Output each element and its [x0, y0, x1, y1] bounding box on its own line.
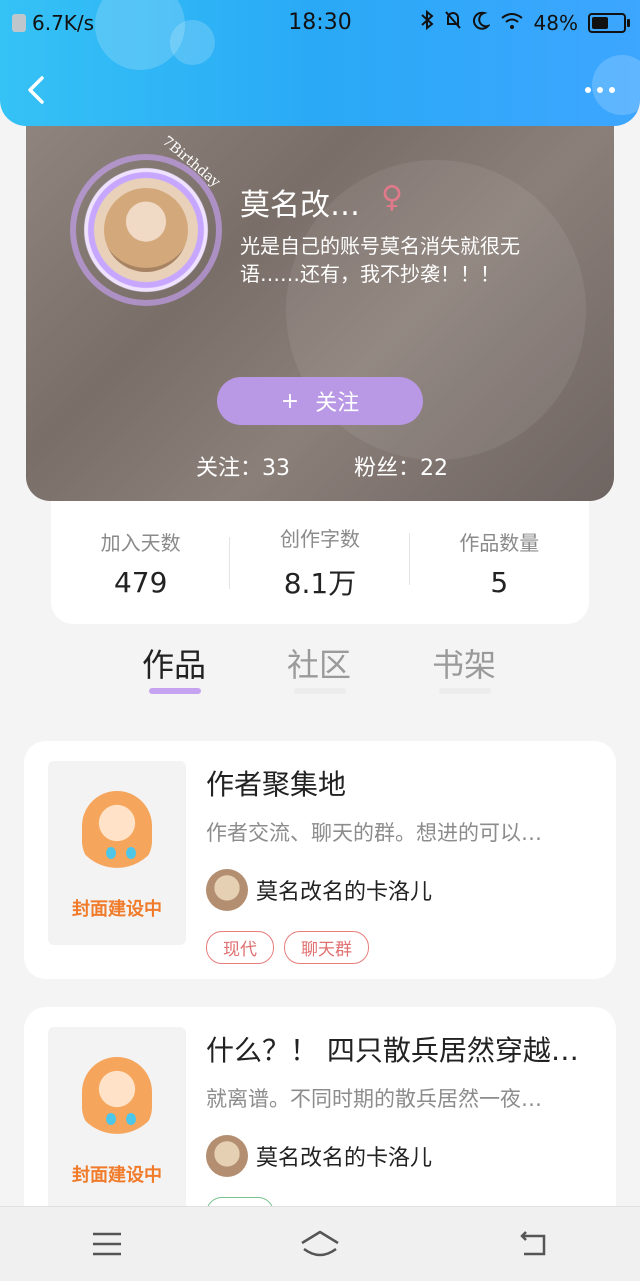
avatar-image — [104, 188, 188, 272]
author-name: 莫名改名的卡洛儿 — [256, 1146, 433, 1171]
menu-icon — [92, 1232, 121, 1256]
follow-label: 关注 — [315, 391, 360, 416]
followers-count[interactable]: 粉丝：22 — [354, 450, 448, 482]
tab-bookshelf[interactable]: 书架 — [432, 640, 496, 686]
bluetooth-icon — [420, 9, 434, 35]
stat-word-count: 创作字数 8.1万 — [230, 523, 410, 602]
work-description: 就离谱。不同时期的散兵居然一夜… — [206, 1087, 542, 1111]
avatar[interactable] — [76, 160, 216, 300]
cover-placeholder-text: 封面建设中 — [72, 899, 162, 920]
tag-chip[interactable]: 聊天群 — [284, 931, 369, 964]
profile-card: 7Birthday 莫名改… ♀ 光是自己的账号莫名消失就很无语……还有，我不抄… — [26, 120, 614, 501]
work-title: 作者聚集地 — [206, 768, 347, 801]
stat-value: 479 — [113, 565, 168, 599]
work-author: 莫名改名的卡洛儿 — [206, 1135, 432, 1177]
work-author: 莫名改名的卡洛儿 — [206, 869, 432, 911]
top-header: 6.7K/s 18:30 48% — [0, 0, 640, 126]
home-icon — [301, 1230, 339, 1257]
battery-percent: 48% — [533, 10, 578, 35]
author-avatar — [206, 869, 248, 911]
back-arrow-icon — [28, 76, 44, 104]
return-icon — [520, 1231, 546, 1256]
profile-name: 莫名改… — [240, 188, 360, 223]
stat-work-count: 作品数量 5 — [410, 527, 589, 599]
author-avatar — [206, 1135, 248, 1177]
mascot-eye — [126, 1113, 136, 1125]
mascot-eye — [106, 1113, 116, 1125]
stat-label: 加入天数 — [100, 530, 181, 555]
mute-icon — [444, 10, 462, 35]
stat-value: 5 — [490, 565, 509, 599]
mascot-eye — [106, 847, 116, 859]
profile-tabs: 作品 社区 书架 — [0, 640, 640, 700]
chibi-mascot-icon — [82, 791, 152, 871]
status-right: 48% — [420, 9, 630, 35]
work-cover: 封面建设中 — [48, 1027, 186, 1211]
stat-label: 创作字数 — [279, 527, 360, 551]
moon-icon — [472, 10, 491, 35]
tab-community[interactable]: 社区 — [287, 640, 351, 686]
chibi-mascot-icon — [82, 1057, 152, 1137]
author-stats-card: 加入天数 479 创作字数 8.1万 作品数量 5 — [51, 501, 589, 624]
follow-stats: 关注：33 粉丝：22 — [196, 450, 448, 482]
stat-label: 作品数量 — [459, 530, 540, 555]
tab-bookshelf-indicator — [439, 688, 491, 694]
work-cover: 封面建设中 — [48, 761, 186, 945]
tab-community-indicator — [294, 688, 346, 694]
follow-button[interactable]: + 关注 — [217, 377, 423, 425]
home-button[interactable] — [290, 1224, 350, 1264]
tag-chip[interactable]: 现代 — [206, 931, 274, 964]
system-navigation-bar — [0, 1206, 640, 1281]
dot-icon — [585, 87, 591, 93]
work-title: 什么？！ 四只散兵居然穿越… — [206, 1034, 579, 1067]
author-name: 莫名改名的卡洛儿 — [256, 880, 433, 905]
dot-icon — [597, 87, 603, 93]
back-button[interactable] — [18, 70, 58, 110]
status-bar: 6.7K/s 18:30 48% — [0, 8, 640, 38]
cover-placeholder-text: 封面建设中 — [72, 1165, 162, 1186]
dot-icon — [609, 87, 615, 93]
tab-works[interactable]: 作品 — [142, 640, 206, 686]
work-tags: 现代 聊天群 — [206, 931, 369, 964]
back-nav-button[interactable] — [503, 1224, 563, 1264]
plus-icon: + — [280, 388, 300, 414]
stat-value: 8.1万 — [283, 567, 357, 600]
work-card[interactable]: 封面建设中 作者聚集地 作者交流、聊天的群。想进的可以… 莫名改名的卡洛儿 现代… — [24, 741, 616, 979]
battery-icon — [588, 12, 630, 33]
more-options-button[interactable] — [578, 78, 622, 102]
mascot-eye — [126, 847, 136, 859]
menu-button[interactable] — [77, 1224, 137, 1264]
tab-works-indicator — [149, 688, 201, 694]
female-gender-icon: ♀ — [381, 180, 403, 215]
wifi-icon — [500, 11, 524, 35]
following-count[interactable]: 关注：33 — [196, 450, 290, 482]
stat-join-days: 加入天数 479 — [51, 527, 231, 599]
profile-bio: 光是自己的账号莫名消失就很无语……还有，我不抄袭！！！ — [240, 234, 520, 286]
work-description: 作者交流、聊天的群。想进的可以… — [206, 821, 542, 845]
